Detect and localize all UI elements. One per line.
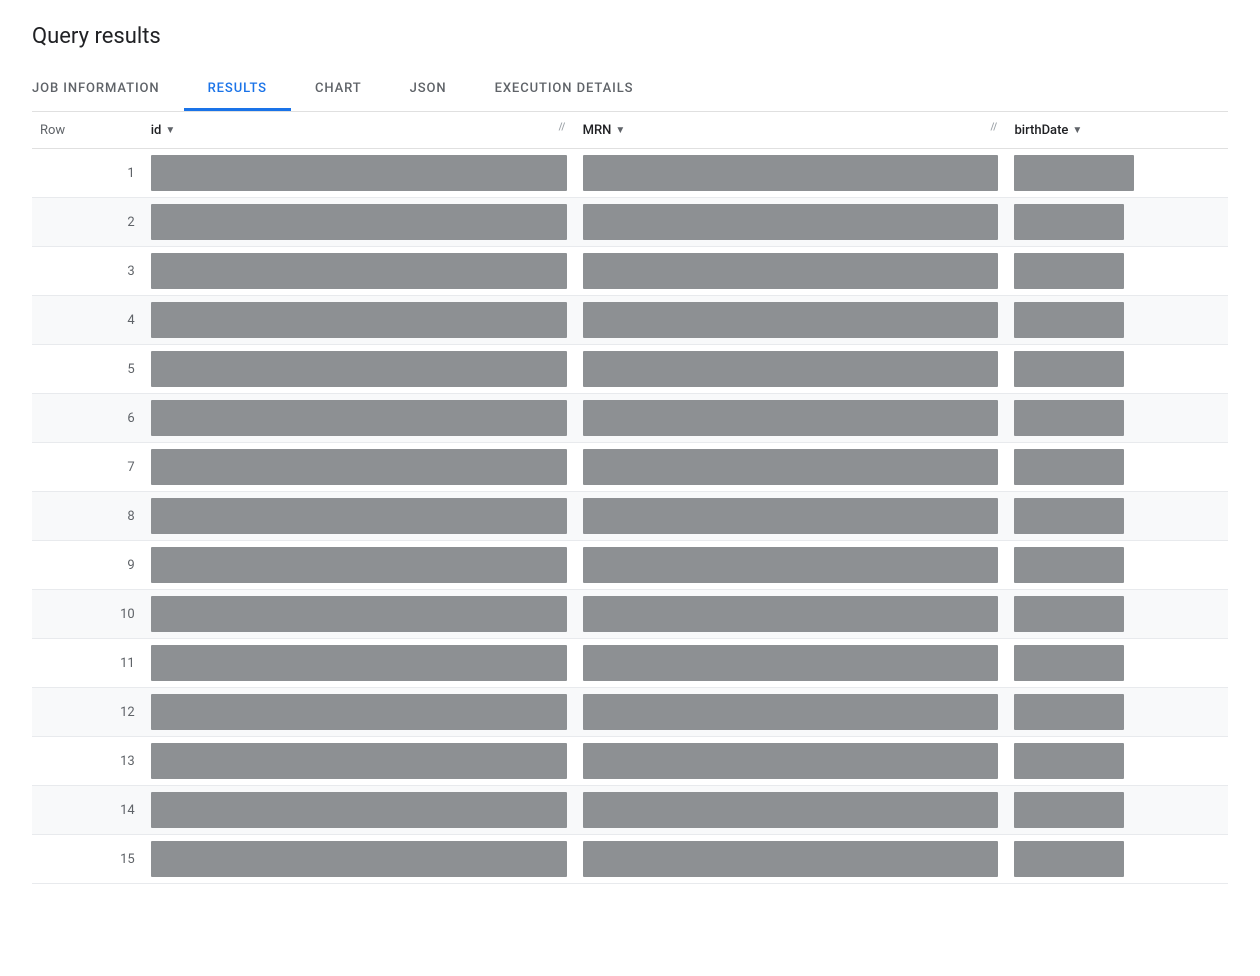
cell-birthdate xyxy=(1006,541,1228,590)
column-header-id[interactable]: id ▼ // xyxy=(143,112,575,149)
cell-id xyxy=(143,394,575,443)
table-row: 13 xyxy=(32,737,1228,786)
col-name-mrn: MRN xyxy=(583,123,612,138)
cell-birthdate xyxy=(1006,492,1228,541)
col-resize-mrn[interactable]: // xyxy=(990,122,998,138)
row-number-cell: 10 xyxy=(32,590,143,639)
cell-id xyxy=(143,688,575,737)
table-row: 14 xyxy=(32,786,1228,835)
row-number-cell: 7 xyxy=(32,443,143,492)
cell-birthdate xyxy=(1006,198,1228,247)
table-row: 3 xyxy=(32,247,1228,296)
row-number-cell: 8 xyxy=(32,492,143,541)
cell-mrn xyxy=(575,492,1007,541)
cell-birthdate xyxy=(1006,443,1228,492)
cell-mrn xyxy=(575,541,1007,590)
cell-mrn xyxy=(575,688,1007,737)
cell-mrn xyxy=(575,590,1007,639)
results-table: Row id ▼ // xyxy=(32,112,1228,884)
column-header-mrn[interactable]: MRN ▼ // xyxy=(575,112,1007,149)
cell-id xyxy=(143,443,575,492)
cell-mrn xyxy=(575,247,1007,296)
cell-birthdate xyxy=(1006,786,1228,835)
cell-birthdate xyxy=(1006,149,1228,198)
row-number-cell: 3 xyxy=(32,247,143,296)
cell-mrn xyxy=(575,639,1007,688)
cell-mrn xyxy=(575,786,1007,835)
cell-birthdate xyxy=(1006,247,1228,296)
row-number-cell: 6 xyxy=(32,394,143,443)
table-row: 2 xyxy=(32,198,1228,247)
row-number-cell: 11 xyxy=(32,639,143,688)
row-number-cell: 12 xyxy=(32,688,143,737)
cell-id xyxy=(143,786,575,835)
col-resize-id[interactable]: // xyxy=(559,122,567,138)
results-table-container: Row id ▼ // xyxy=(32,112,1228,884)
col-sort-icon-mrn[interactable]: ▼ xyxy=(615,125,625,136)
tab-job-information[interactable]: JOB INFORMATION xyxy=(32,69,184,111)
col-name-birthdate: birthDate xyxy=(1014,123,1068,138)
table-body: 123456789101112131415 xyxy=(32,149,1228,884)
row-number-cell: 9 xyxy=(32,541,143,590)
cell-id xyxy=(143,639,575,688)
table-header-row: Row id ▼ // xyxy=(32,112,1228,149)
col-sort-icon-birthdate[interactable]: ▼ xyxy=(1072,125,1082,136)
table-row: 15 xyxy=(32,835,1228,884)
tab-json[interactable]: JSON xyxy=(386,69,471,111)
cell-id xyxy=(143,835,575,884)
cell-birthdate xyxy=(1006,345,1228,394)
row-number-header: Row xyxy=(32,112,143,149)
row-number-cell: 2 xyxy=(32,198,143,247)
cell-birthdate xyxy=(1006,296,1228,345)
row-number-cell: 14 xyxy=(32,786,143,835)
cell-id xyxy=(143,198,575,247)
tabs-bar: JOB INFORMATION RESULTS CHART JSON EXECU… xyxy=(32,69,1228,112)
page-title: Query results xyxy=(32,24,1228,49)
cell-birthdate xyxy=(1006,737,1228,786)
cell-mrn xyxy=(575,737,1007,786)
tab-chart[interactable]: CHART xyxy=(291,69,386,111)
cell-mrn xyxy=(575,198,1007,247)
page-container: Query results JOB INFORMATION RESULTS CH… xyxy=(0,0,1260,976)
cell-birthdate xyxy=(1006,590,1228,639)
cell-id xyxy=(143,149,575,198)
table-row: 5 xyxy=(32,345,1228,394)
table-row: 1 xyxy=(32,149,1228,198)
cell-id xyxy=(143,247,575,296)
cell-mrn xyxy=(575,296,1007,345)
row-number-cell: 13 xyxy=(32,737,143,786)
cell-mrn xyxy=(575,443,1007,492)
cell-birthdate xyxy=(1006,835,1228,884)
table-row: 7 xyxy=(32,443,1228,492)
col-name-id: id xyxy=(151,123,162,138)
cell-id xyxy=(143,492,575,541)
table-row: 9 xyxy=(32,541,1228,590)
cell-id xyxy=(143,345,575,394)
cell-birthdate xyxy=(1006,639,1228,688)
tab-results[interactable]: RESULTS xyxy=(184,69,291,111)
cell-mrn xyxy=(575,345,1007,394)
table-row: 11 xyxy=(32,639,1228,688)
row-number-cell: 1 xyxy=(32,149,143,198)
table-row: 6 xyxy=(32,394,1228,443)
cell-birthdate xyxy=(1006,394,1228,443)
cell-mrn xyxy=(575,835,1007,884)
cell-id xyxy=(143,541,575,590)
row-number-cell: 15 xyxy=(32,835,143,884)
cell-birthdate xyxy=(1006,688,1228,737)
table-row: 8 xyxy=(32,492,1228,541)
cell-mrn xyxy=(575,394,1007,443)
col-sort-icon-id[interactable]: ▼ xyxy=(165,125,175,136)
table-row: 10 xyxy=(32,590,1228,639)
row-number-cell: 5 xyxy=(32,345,143,394)
cell-id xyxy=(143,296,575,345)
table-row: 12 xyxy=(32,688,1228,737)
cell-id xyxy=(143,590,575,639)
table-row: 4 xyxy=(32,296,1228,345)
column-header-birthdate[interactable]: birthDate ▼ xyxy=(1006,112,1228,149)
cell-mrn xyxy=(575,149,1007,198)
tab-execution-details[interactable]: EXECUTION DETAILS xyxy=(471,69,658,111)
cell-id xyxy=(143,737,575,786)
row-number-cell: 4 xyxy=(32,296,143,345)
